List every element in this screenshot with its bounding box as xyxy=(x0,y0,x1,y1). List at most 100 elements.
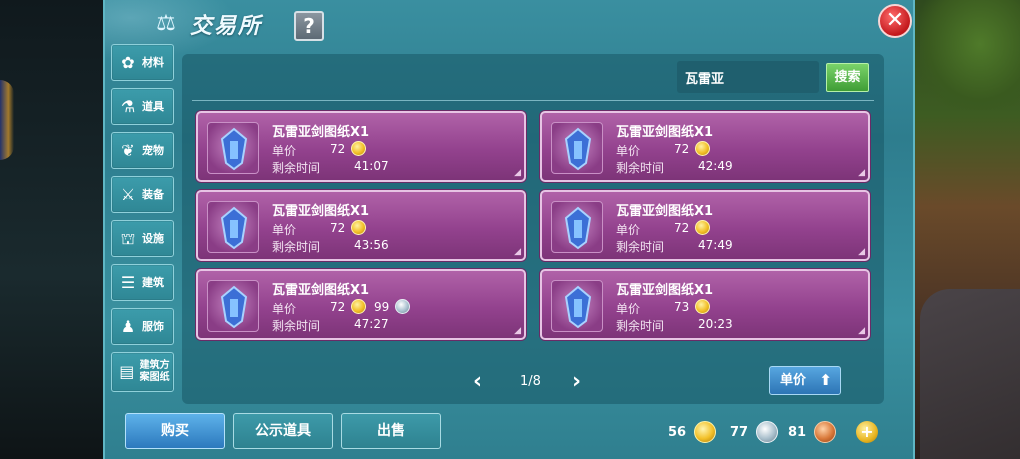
sword-blueprint-icon xyxy=(551,280,603,332)
corner-mark-icon: ◢ xyxy=(514,168,521,178)
gold-coin-icon xyxy=(694,421,717,443)
sidebar-item-label: 宠物 xyxy=(142,143,164,157)
listing-card[interactable]: 瓦雷亚剑图纸X1 单价 72 剩余时间 41:07 ◢ xyxy=(196,111,526,182)
sword-blueprint-icon xyxy=(207,122,259,174)
gold-coin-icon xyxy=(351,299,366,314)
price-gold: 72 xyxy=(674,142,690,156)
price-label: 单价 xyxy=(272,144,297,158)
item-name: 瓦雷亚剑图纸X1 xyxy=(272,125,370,140)
help-button[interactable]: ? xyxy=(294,11,324,41)
corner-mark-icon: ◢ xyxy=(514,247,521,257)
price-label: 单价 xyxy=(272,302,297,316)
page-indicator: 1/8 xyxy=(520,374,541,389)
sword-blueprint-icon xyxy=(551,201,603,253)
sidebar-item-label: 设施 xyxy=(142,231,164,245)
sidebar-item-label: 服饰 xyxy=(142,319,164,333)
add-currency-button[interactable]: + xyxy=(856,421,878,443)
sidebar-item-label: 装备 xyxy=(142,187,164,201)
listing-card[interactable]: 瓦雷亚剑图纸X1 单价 73 剩余时间 20:23 ◢ xyxy=(540,269,870,340)
price-label: 单价 xyxy=(272,223,297,237)
sword-icon: ⚔ xyxy=(120,184,136,204)
sell-button[interactable]: 出售 xyxy=(341,413,441,449)
sidebar-item-label: 道具 xyxy=(142,99,164,113)
sidebar-item-props[interactable]: ⚗ 道具 xyxy=(111,88,174,125)
listing-card[interactable]: 瓦雷亚剑图纸X1 单价 72 剩余时间 43:56 ◢ xyxy=(196,190,526,261)
buy-button[interactable]: 购买 xyxy=(125,413,225,449)
sidebar-item-equipment[interactable]: ⚔ 装备 xyxy=(111,176,174,213)
silver-coin-icon xyxy=(756,421,779,443)
background-rock xyxy=(920,289,1020,459)
chevron-left-icon: ‹ xyxy=(473,369,483,394)
blueprint-icon: ▤ xyxy=(119,362,135,381)
corner-mark-icon: ◢ xyxy=(858,326,865,336)
title-bar: ⚖ 交易所 xyxy=(150,6,262,42)
search-input[interactable]: 瓦雷亚 xyxy=(677,61,819,93)
silver-balance: 77 xyxy=(730,420,779,444)
sidebar-item-label: 材料 xyxy=(142,55,164,69)
corner-mark-icon: ◢ xyxy=(858,247,865,257)
background-right xyxy=(910,0,1020,459)
sword-blueprint-icon xyxy=(207,280,259,332)
price-label: 单价 xyxy=(616,144,641,158)
price-gold: 72 xyxy=(330,221,346,235)
close-button[interactable]: ✕ xyxy=(878,4,912,38)
sword-blueprint-icon xyxy=(551,122,603,174)
time-remaining: 47:49 xyxy=(698,238,733,252)
listing-card[interactable]: 瓦雷亚剑图纸X1 单价 72 剩余时间 42:49 ◢ xyxy=(540,111,870,182)
sidebar-item-buildings[interactable]: ☰ 建筑 xyxy=(111,264,174,301)
facility-icon: ⛫ xyxy=(120,228,136,248)
price-label: 单价 xyxy=(616,302,641,316)
gold-amount: 56 xyxy=(668,424,687,440)
paw-icon: ❦ xyxy=(121,140,135,160)
item-name: 瓦雷亚剑图纸X1 xyxy=(272,204,370,219)
time-label: 剩余时间 xyxy=(616,240,665,254)
background-grass xyxy=(920,0,1020,110)
sort-arrow-icon: ⬆ xyxy=(819,371,832,389)
time-remaining: 41:07 xyxy=(354,159,389,173)
materials-icon: ✿ xyxy=(121,52,135,72)
sidebar-item-blueprints[interactable]: ▤ 建筑方案图纸 xyxy=(111,352,174,392)
listing-card[interactable]: 瓦雷亚剑图纸X1 单价 72 99 剩余时间 47:27 ◢ xyxy=(196,269,526,340)
bronze-amount: 81 xyxy=(788,424,807,440)
gold-coin-icon xyxy=(695,299,710,314)
price-gold: 73 xyxy=(674,300,690,314)
sword-blueprint-icon xyxy=(207,201,259,253)
next-page-button[interactable]: › xyxy=(572,371,586,393)
bronze-balance: 81 xyxy=(788,420,837,444)
gold-coin-icon xyxy=(351,141,366,156)
decorative-streak xyxy=(0,80,14,160)
time-label: 剩余时间 xyxy=(272,319,321,333)
sidebar-item-clothing[interactable]: ♟ 服饰 xyxy=(111,308,174,345)
time-remaining: 42:49 xyxy=(698,159,733,173)
silver-amount: 77 xyxy=(730,424,749,440)
potion-icon: ⚗ xyxy=(120,96,136,116)
gold-coin-icon xyxy=(695,220,710,235)
item-name: 瓦雷亚剑图纸X1 xyxy=(616,283,714,298)
sidebar-item-facilities[interactable]: ⛫ 设施 xyxy=(111,220,174,257)
price-label: 单价 xyxy=(616,223,641,237)
price-silver: 99 xyxy=(374,300,390,314)
building-icon: ☰ xyxy=(120,272,136,292)
price-gold: 72 xyxy=(330,142,346,156)
close-icon: ✕ xyxy=(885,8,905,33)
corner-mark-icon: ◢ xyxy=(858,168,865,178)
page-title: 交易所 xyxy=(190,13,263,39)
time-label: 剩余时间 xyxy=(272,161,321,175)
time-label: 剩余时间 xyxy=(616,319,665,333)
price-gold: 72 xyxy=(330,300,346,314)
background-left xyxy=(0,0,108,459)
sidebar-item-pets[interactable]: ❦ 宠物 xyxy=(111,132,174,169)
public-items-button[interactable]: 公示道具 xyxy=(233,413,333,449)
search-button[interactable]: 搜索 xyxy=(826,63,869,92)
sidebar-item-materials[interactable]: ✿ 材料 xyxy=(111,44,174,81)
scales-icon: ⚖ xyxy=(156,11,176,36)
prev-page-button[interactable]: ‹ xyxy=(473,371,487,393)
bronze-coin-icon xyxy=(814,421,837,443)
gold-balance: 56 xyxy=(668,420,717,444)
item-name: 瓦雷亚剑图纸X1 xyxy=(616,204,714,219)
price-gold: 72 xyxy=(674,221,690,235)
sort-by-price-button[interactable]: 单价 ⬆ xyxy=(769,366,841,395)
gold-coin-icon xyxy=(351,220,366,235)
time-remaining: 47:27 xyxy=(354,317,389,331)
listing-card[interactable]: 瓦雷亚剑图纸X1 单价 72 剩余时间 47:49 ◢ xyxy=(540,190,870,261)
